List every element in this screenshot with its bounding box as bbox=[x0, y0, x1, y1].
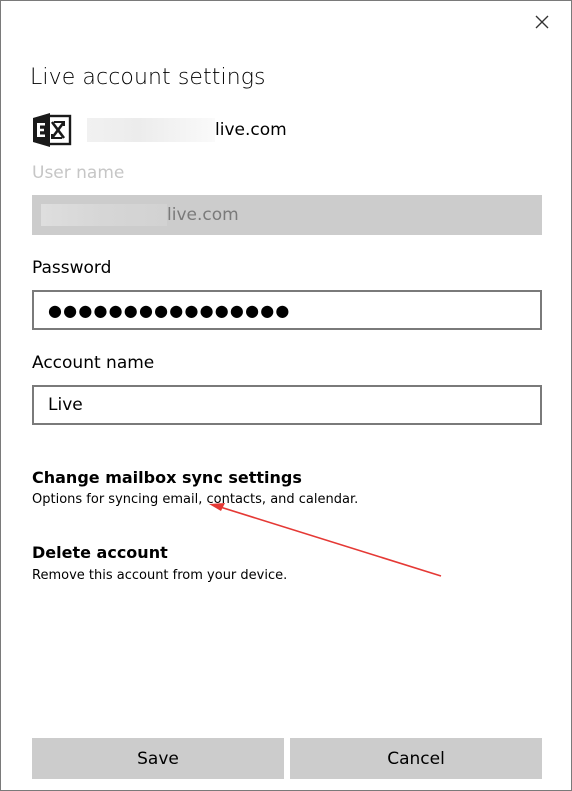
account-email: live.com bbox=[215, 120, 287, 140]
password-label: Password bbox=[32, 258, 112, 278]
account-name-label: Account name bbox=[32, 353, 155, 373]
user-name-label: User name bbox=[32, 163, 125, 183]
close-icon bbox=[535, 15, 549, 29]
cancel-button[interactable]: Cancel bbox=[290, 738, 542, 779]
email-redacted bbox=[87, 118, 215, 142]
password-field[interactable]: ●●●●●●●●●●●●●●●● bbox=[32, 290, 542, 330]
user-name-redacted bbox=[41, 204, 167, 226]
account-header: live.com bbox=[32, 112, 287, 148]
close-button[interactable] bbox=[527, 7, 557, 37]
account-name-field[interactable]: Live bbox=[32, 385, 542, 425]
delete-account-description: Remove this account from your device. bbox=[32, 568, 288, 583]
user-name-value: live.com bbox=[167, 205, 239, 225]
dialog-title: Live account settings bbox=[30, 65, 266, 90]
user-name-field: live.com bbox=[32, 195, 542, 235]
change-sync-settings-link[interactable]: Change mailbox sync settings bbox=[32, 468, 302, 487]
save-button[interactable]: Save bbox=[32, 738, 284, 779]
account-settings-dialog: Live account settings live.com User name… bbox=[0, 0, 572, 791]
sync-settings-description: Options for syncing email, contacts, and… bbox=[32, 492, 359, 507]
password-value: ●●●●●●●●●●●●●●●● bbox=[48, 300, 291, 320]
account-name-value: Live bbox=[48, 395, 83, 415]
exchange-icon bbox=[33, 113, 72, 147]
delete-account-link[interactable]: Delete account bbox=[32, 543, 168, 562]
